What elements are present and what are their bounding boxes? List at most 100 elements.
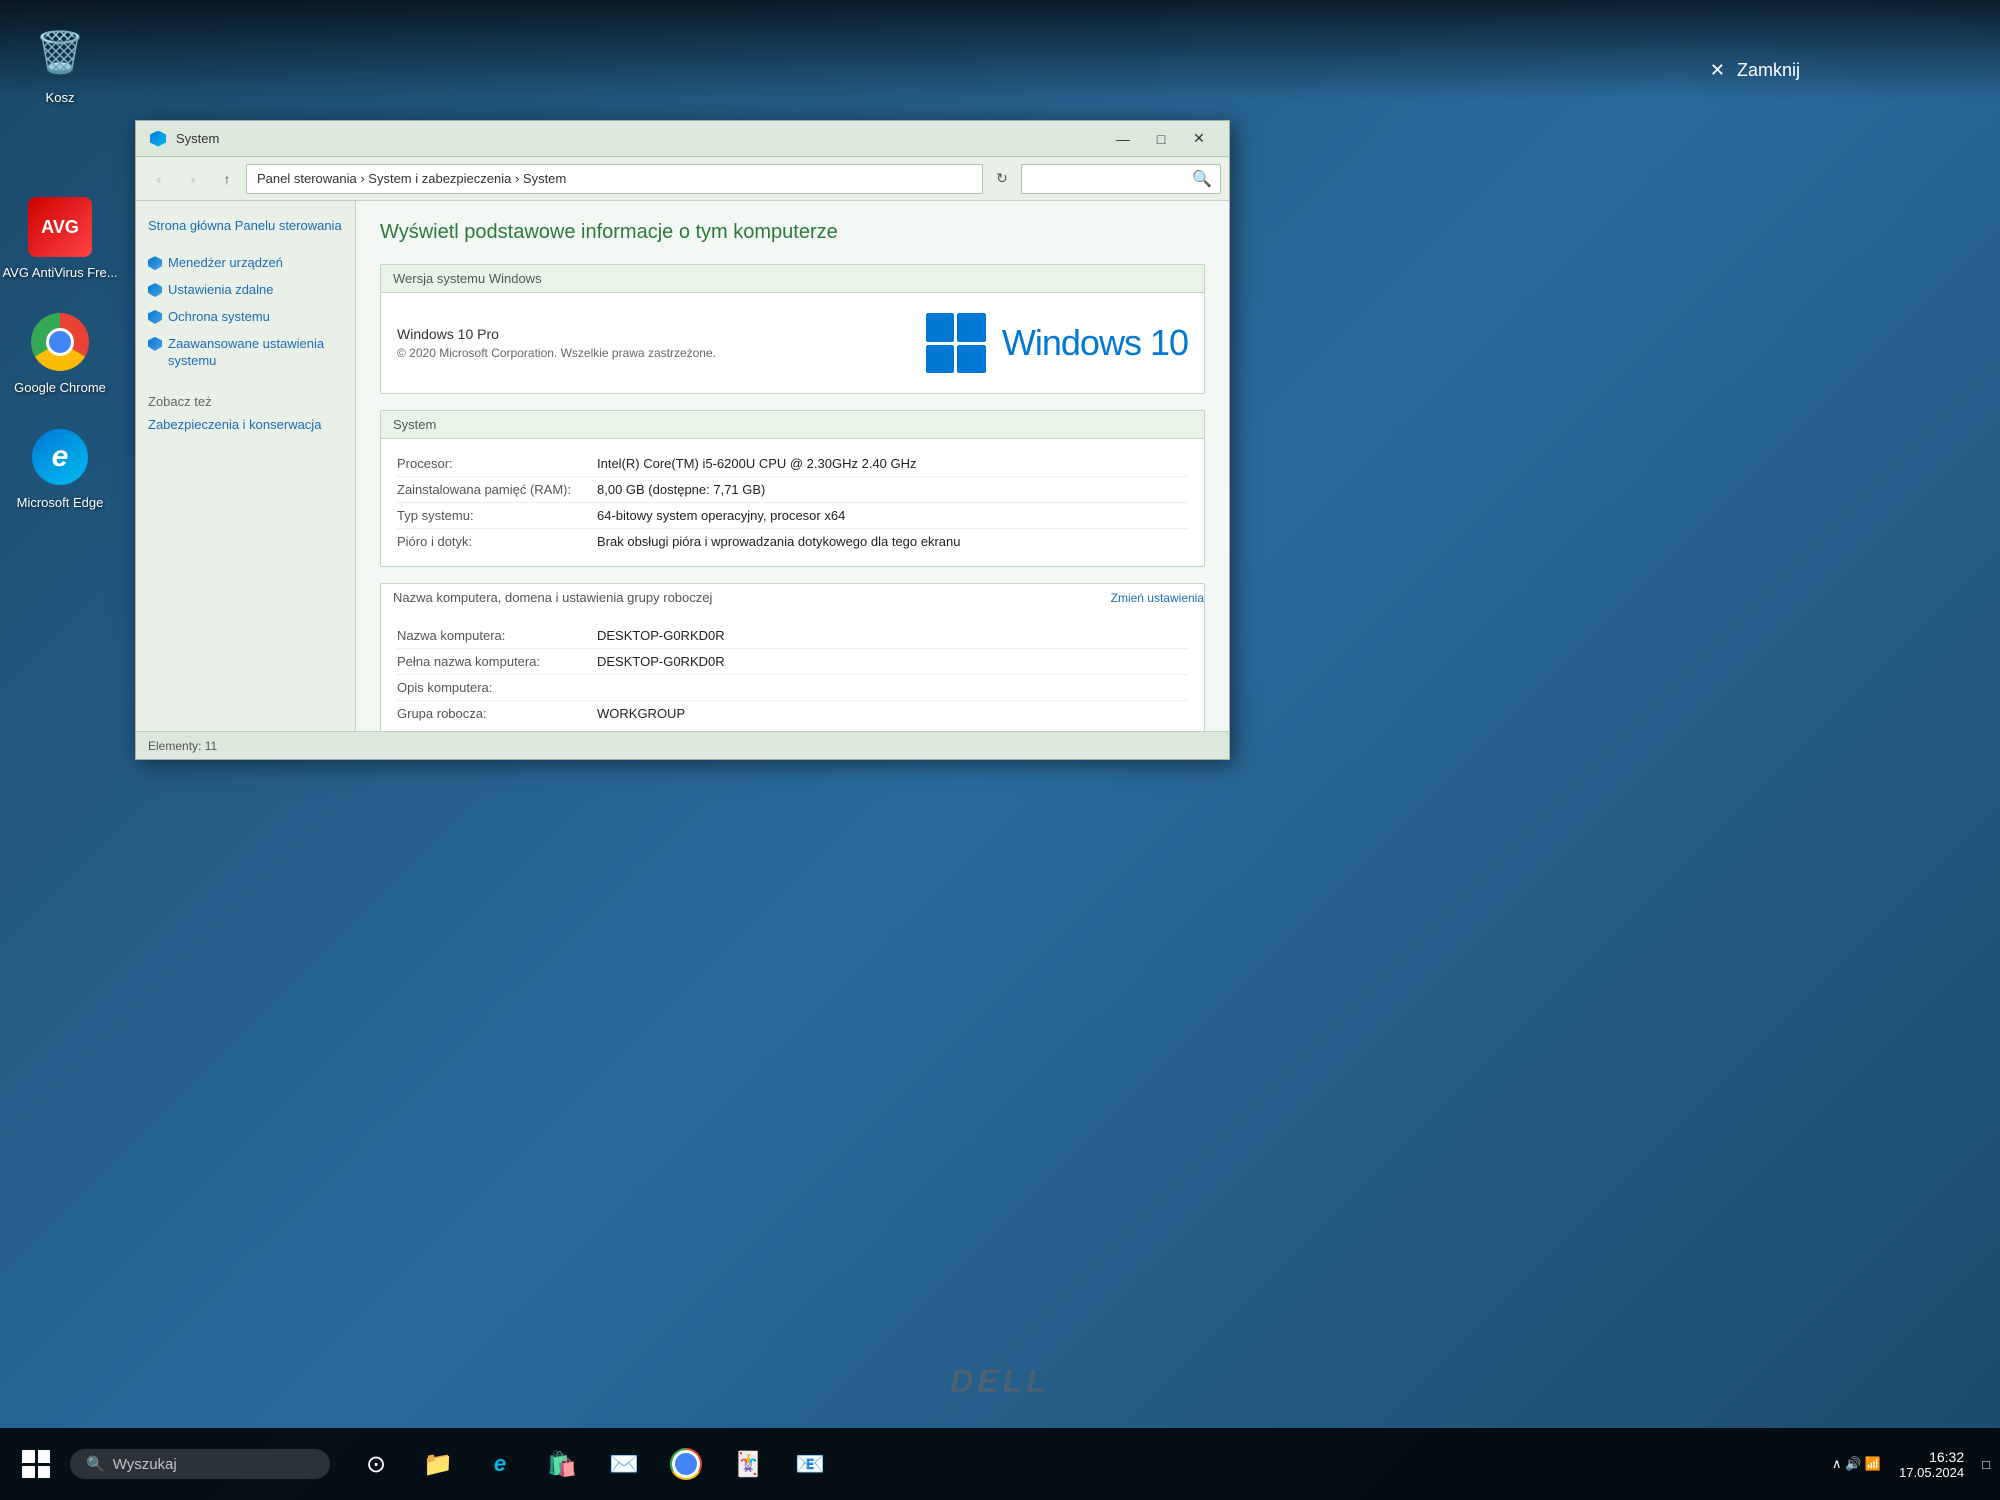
search-placeholder: Wyszukaj [113, 1456, 177, 1473]
search-box: 🔍 [1021, 164, 1221, 194]
change-settings-button[interactable]: Zmień ustawienia [1111, 591, 1204, 605]
dell-logo: DELL [950, 1363, 1050, 1400]
taskbar-clock[interactable]: 16:32 17.05.2024 [1889, 1449, 1974, 1480]
address-path[interactable]: Panel sterowania › System i zabezpieczen… [246, 164, 983, 194]
desktop-icon-edge[interactable]: e Microsoft Edge [10, 425, 110, 510]
refresh-button[interactable]: ↻ [987, 164, 1017, 194]
computer-name-row: Nazwa komputera: DESKTOP-G0RKD0R [397, 623, 1188, 649]
computer-desc-row: Opis komputera: [397, 675, 1188, 701]
up-button[interactable]: ↑ [212, 164, 242, 194]
shield-icon [150, 131, 166, 147]
address-bar: ‹ › ↑ Panel sterowania › System i zabezp… [136, 157, 1229, 201]
window-titlebar: System — □ ✕ [136, 121, 1229, 157]
taskbar-extra[interactable]: 📧 [784, 1438, 836, 1490]
processor-row: Procesor: Intel(R) Core(TM) i5-6200U CPU… [397, 451, 1188, 477]
desktop: ✕ Zamknij 🗑️ Kosz AVG AVG AntiVirus Fre.… [0, 0, 2000, 1500]
window-title-icon [148, 129, 168, 149]
computer-desc-label: Opis komputera: [397, 680, 597, 695]
search-icon: 🔍 [1192, 169, 1212, 189]
version-banner: Windows 10 Pro © 2020 Microsoft Corporat… [397, 305, 1188, 381]
taskbar-solitaire[interactable]: 🃏 [722, 1438, 774, 1490]
taskbar-search-box[interactable]: 🔍 Wyszukaj [70, 1449, 330, 1479]
system-info-table: Procesor: Intel(R) Core(TM) i5-6200U CPU… [397, 451, 1188, 554]
windows-version-section: Wersja systemu Windows Windows 10 Pro © … [380, 264, 1205, 394]
computer-name-section-title: Nazwa komputera, domena i ustawienia gru… [381, 584, 1111, 611]
taskbar-store[interactable]: 🛍️ [536, 1438, 588, 1490]
top-overlay [0, 0, 2000, 100]
recycle-bin-label: Kosz [46, 90, 75, 105]
ram-label: Zainstalowana pamięć (RAM): [397, 482, 597, 497]
full-computer-name-row: Pełna nazwa komputera: DESKTOP-G0RKD0R [397, 649, 1188, 675]
system-type-value: 64-bitowy system operacyjny, procesor x6… [597, 508, 1188, 523]
pen-touch-value: Brak obsługi pióra i wprowadzania dotyko… [597, 534, 1188, 549]
workgroup-row: Grupa robocza: WORKGROUP [397, 701, 1188, 726]
taskbar-chrome[interactable] [660, 1438, 712, 1490]
sidebar-footer: Zobacz też Zabezpieczenia i konserwacja [148, 394, 343, 432]
shield-icon-2 [148, 283, 162, 297]
version-copyright: © 2020 Microsoft Corporation. Wszelkie p… [397, 346, 926, 360]
full-name-value: DESKTOP-G0RKD0R [597, 654, 1188, 669]
sidebar: Strona główna Panelu sterowania Menedżer… [136, 201, 356, 731]
windows-logo: Windows 10 [926, 313, 1188, 373]
desktop-icon-avg[interactable]: AVG AVG AntiVirus Fre... [10, 195, 110, 280]
system-window: System — □ ✕ ‹ › ↑ Panel sterowania › Sy… [135, 120, 1230, 760]
shield-icon-1 [148, 256, 162, 270]
sidebar-main-link[interactable]: Strona główna Panelu sterowania [148, 217, 343, 235]
close-label[interactable]: Zamknij [1737, 60, 1800, 81]
windows-10-text: Windows 10 [1002, 322, 1188, 364]
taskbar-edge[interactable]: e [474, 1438, 526, 1490]
version-name: Windows 10 Pro [397, 326, 926, 342]
forward-button[interactable]: › [178, 164, 208, 194]
sidebar-item-device-manager[interactable]: Menedżer urządzeń [148, 255, 343, 272]
workgroup-label: Grupa robocza: [397, 706, 597, 721]
desktop-icon-chrome[interactable]: Google Chrome [10, 310, 110, 395]
computer-name-table: Nazwa komputera: DESKTOP-G0RKD0R Pełna n… [397, 623, 1188, 726]
computer-name-content: Nazwa komputera: DESKTOP-G0RKD0R Pełna n… [381, 611, 1204, 731]
taskbar-file-explorer[interactable]: 📁 [412, 1438, 464, 1490]
shield-icon-3 [148, 310, 162, 324]
taskbar-mail[interactable]: ✉️ [598, 1438, 650, 1490]
minimize-button[interactable]: — [1105, 125, 1141, 153]
pen-touch-label: Pióro i dotyk: [397, 534, 597, 549]
edge-label: Microsoft Edge [17, 495, 104, 510]
page-title: Wyświetl podstawowe informacje o tym kom… [380, 221, 1205, 244]
elements-count: Elementy: 11 [148, 739, 217, 753]
back-button[interactable]: ‹ [144, 164, 174, 194]
processor-label: Procesor: [397, 456, 597, 471]
desktop-icon-recycle-bin[interactable]: 🗑️ Kosz [10, 20, 110, 105]
status-bar: Elementy: 11 [136, 731, 1229, 759]
top-close-area: ✕ Zamknij [1710, 60, 1800, 81]
search-input[interactable] [1030, 171, 1192, 186]
clock-date: 17.05.2024 [1899, 1465, 1964, 1480]
chrome-icon [28, 310, 92, 374]
ram-value: 8,00 GB (dostępne: 7,71 GB) [597, 482, 1188, 497]
system-section-title: System [381, 411, 1204, 439]
sidebar-item-security[interactable]: Zabezpieczenia i konserwacja [148, 417, 343, 432]
system-section: System Procesor: Intel(R) Core(TM) i5-62… [380, 410, 1205, 567]
start-button[interactable] [10, 1438, 62, 1490]
taskbar-system-icons: ∧ 🔊 📶 [1832, 1456, 1881, 1472]
sidebar-item-system-protection[interactable]: Ochrona systemu [148, 309, 343, 326]
notification-icon[interactable]: □ [1982, 1457, 1990, 1472]
sidebar-item-remote-settings[interactable]: Ustawienia zdalne [148, 282, 343, 299]
version-info: Windows 10 Pro © 2020 Microsoft Corporat… [397, 326, 926, 360]
close-x-icon[interactable]: ✕ [1710, 60, 1725, 81]
taskbar-task-view[interactable]: ⊙ [350, 1438, 402, 1490]
workgroup-value: WORKGROUP [597, 706, 1188, 721]
computer-name-section: Nazwa komputera, domena i ustawienia gru… [380, 583, 1205, 731]
ram-row: Zainstalowana pamięć (RAM): 8,00 GB (dos… [397, 477, 1188, 503]
clock-time: 16:32 [1899, 1449, 1964, 1465]
chrome-label: Google Chrome [14, 380, 106, 395]
see-also-title: Zobacz też [148, 394, 343, 409]
recycle-bin-icon: 🗑️ [28, 20, 92, 84]
sidebar-item-advanced-settings[interactable]: Zaawansowane ustawienia systemu [148, 336, 343, 370]
maximize-button[interactable]: □ [1143, 125, 1179, 153]
taskbar: 🔍 Wyszukaj ⊙ 📁 e 🛍️ ✉️ 🃏 📧 ∧ 🔊 📶 16:32 1… [0, 1428, 2000, 1500]
avg-label: AVG AntiVirus Fre... [2, 265, 117, 280]
close-button[interactable]: ✕ [1181, 125, 1217, 153]
taskbar-icons: ⊙ 📁 e 🛍️ ✉️ 🃏 📧 [350, 1438, 836, 1490]
pen-touch-row: Pióro i dotyk: Brak obsługi pióra i wpro… [397, 529, 1188, 554]
computer-name-label: Nazwa komputera: [397, 628, 597, 643]
version-section-content: Windows 10 Pro © 2020 Microsoft Corporat… [381, 293, 1204, 393]
windows-flag-icon [926, 313, 986, 373]
